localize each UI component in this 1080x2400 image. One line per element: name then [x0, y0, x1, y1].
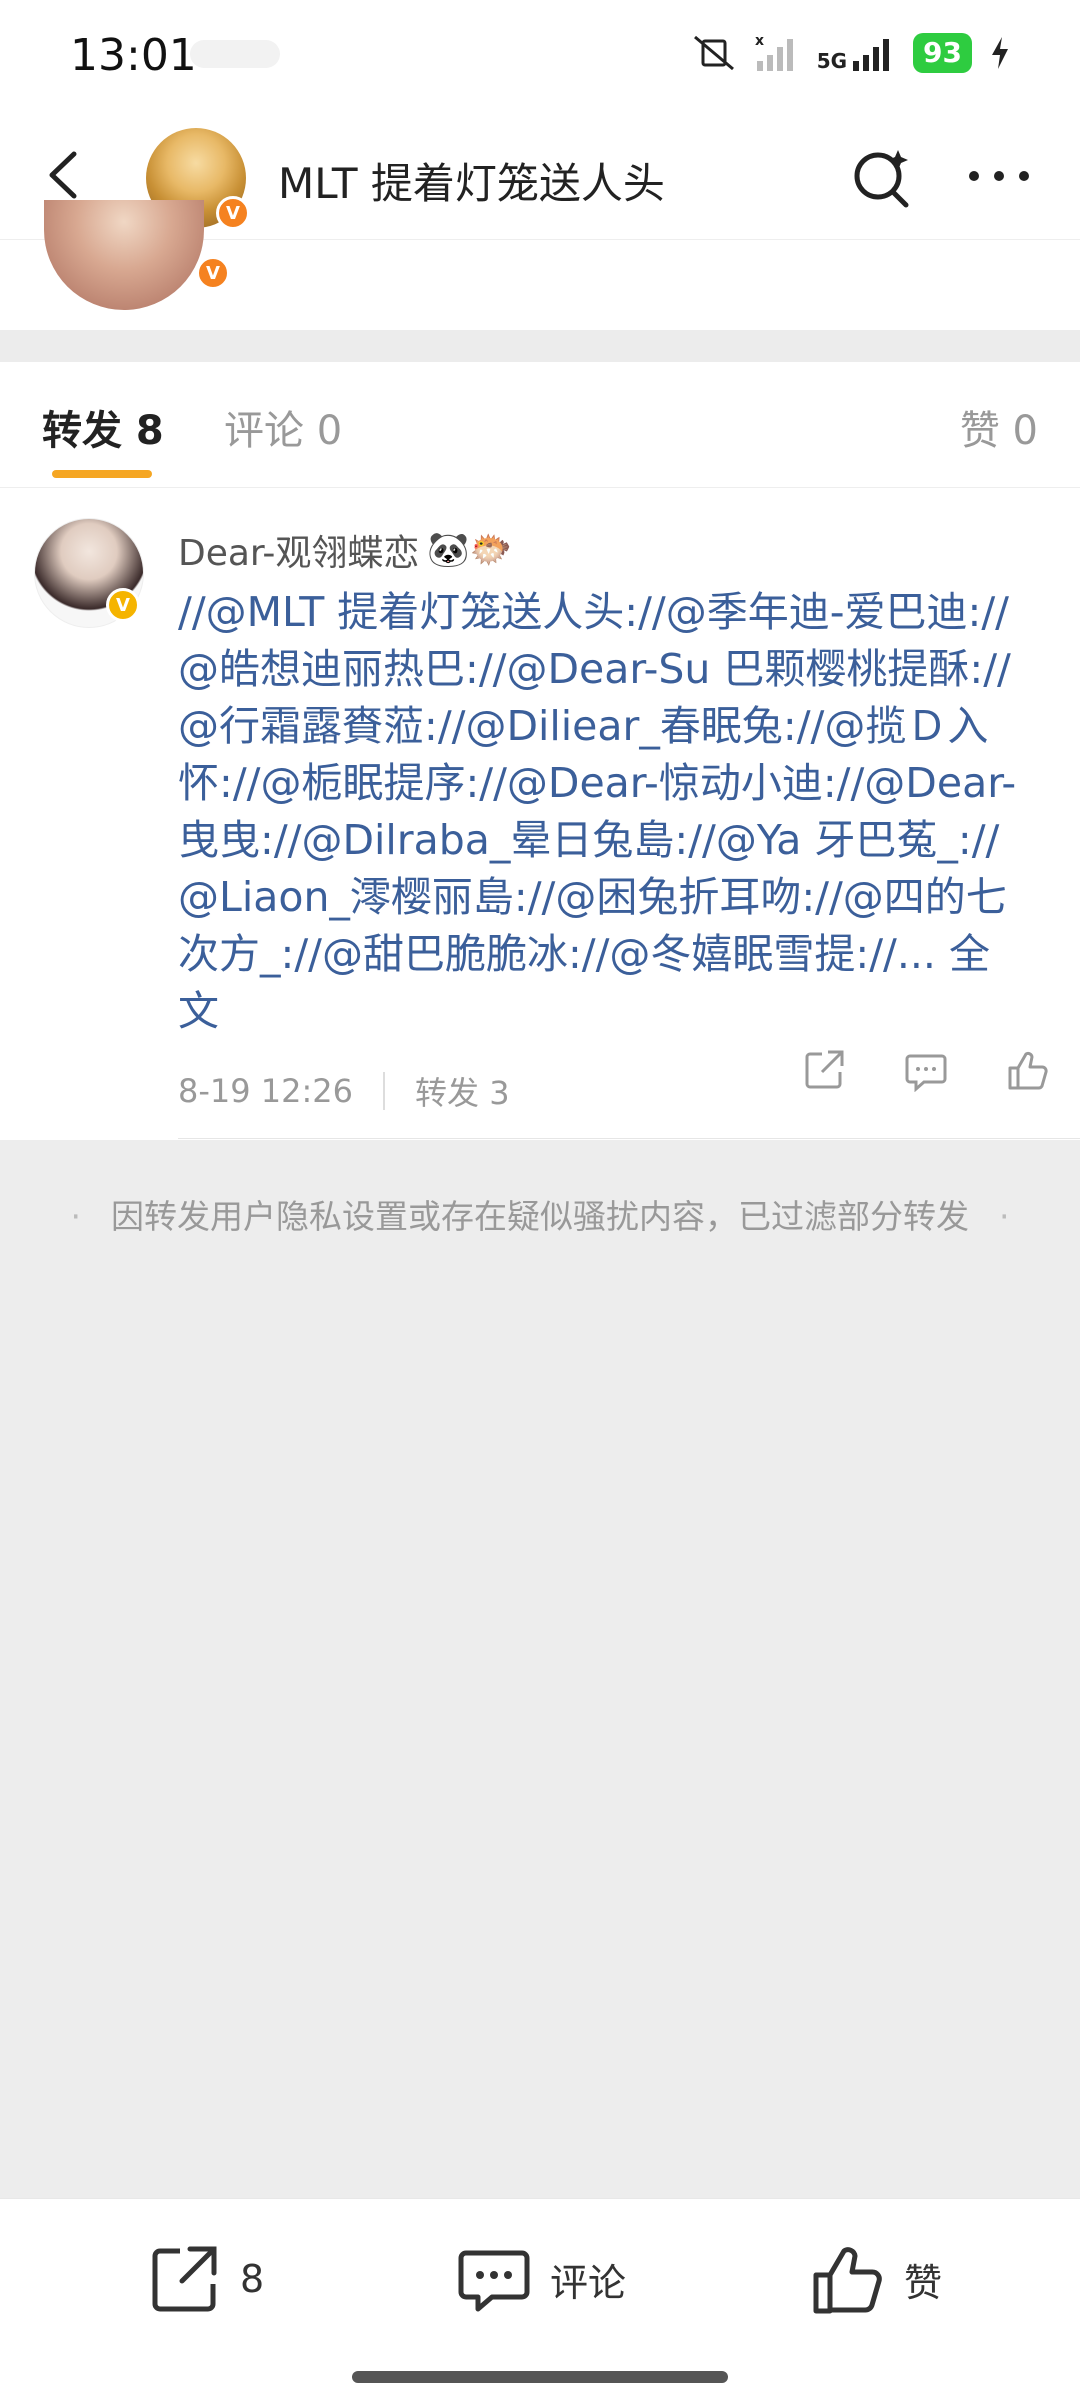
- tab-repost[interactable]: 转发 8: [42, 398, 164, 456]
- bottom-action-bar: 8 评论 赞: [0, 2198, 1080, 2400]
- bottom-like-button[interactable]: 赞: [810, 2241, 942, 2317]
- original-post-image: [44, 200, 204, 310]
- repost-username[interactable]: Dear-观翎蝶恋 🐼🐡: [178, 524, 512, 576]
- repost-count-label[interactable]: 转发 3: [415, 1068, 510, 1114]
- verified-badge-icon: V: [106, 588, 140, 622]
- repost-item[interactable]: V Dear-观翎蝶恋 🐼🐡 //@MLT 提着灯笼送人头://@季年迪-爱巴迪…: [0, 488, 1080, 1140]
- thumbs-up-icon: [813, 2247, 882, 2314]
- username-emojis: 🐼🐡: [427, 530, 513, 570]
- signal-5g: 5G: [817, 33, 895, 73]
- filter-notice: · 因转发用户隐私设置或存在疑似骚扰内容，已过滤部分转发 ·: [0, 1190, 1080, 1238]
- username-text: Dear-观翎蝶恋: [178, 533, 420, 574]
- timestamp: 8-19 12:26: [178, 1072, 354, 1110]
- bottom-like-label: 赞: [904, 2260, 943, 2305]
- svg-text:x: x: [755, 33, 764, 49]
- notice-text: 因转发用户隐私设置或存在疑似骚扰内容，已过滤部分转发: [111, 1197, 969, 1236]
- status-time: 13:01: [70, 30, 197, 81]
- repost-divider: [178, 1138, 1080, 1139]
- more-options-icon[interactable]: [964, 156, 1034, 196]
- repost-actions: [802, 1048, 1050, 1092]
- notice-dot-left: ·: [70, 1197, 82, 1236]
- interaction-tabs: 转发 8 评论 0 赞 0: [0, 362, 1080, 488]
- bottom-comment-button[interactable]: 评论: [456, 2241, 626, 2317]
- bottom-repost-button[interactable]: 8: [146, 2241, 264, 2317]
- charging-icon: [992, 37, 1008, 69]
- verified-badge-icon: V: [216, 196, 250, 230]
- tab-like[interactable]: 赞 0: [960, 398, 1038, 456]
- comment-icon[interactable]: [904, 1048, 948, 1092]
- meta-separator: [383, 1072, 386, 1110]
- tab-comment[interactable]: 评论 0: [224, 398, 342, 456]
- vibrate-mute-icon: [693, 35, 734, 71]
- home-indicator[interactable]: [352, 2371, 728, 2383]
- comment-bubble-icon: [458, 2250, 530, 2312]
- section-divider: [0, 330, 1080, 362]
- bottom-comment-label: 评论: [550, 2260, 627, 2305]
- signal-sim2-icon: [853, 39, 890, 71]
- status-bar: 13:01 x 5G 93: [0, 0, 1080, 110]
- search-icon[interactable]: [850, 146, 914, 210]
- repost-meta: 8-19 12:26 转发 3: [178, 1068, 510, 1114]
- repost-icon: [152, 2246, 217, 2312]
- battery-indicator: 93: [913, 33, 972, 73]
- network-label: 5G: [816, 49, 848, 73]
- notice-dot-right: ·: [999, 1197, 1010, 1236]
- repost-chain-text: //@MLT 提着灯笼送人头://@季年迪-爱巴迪://@皓想迪丽热巴://@D…: [178, 588, 1017, 978]
- share-icon[interactable]: [802, 1048, 846, 1092]
- original-post-peek: V: [0, 200, 1080, 330]
- verified-badge-icon: V: [196, 256, 230, 290]
- status-icons: x 5G 93: [691, 28, 1010, 78]
- page-title: MLT 提着灯笼送人头: [278, 159, 665, 208]
- bottom-repost-count: 8: [240, 2257, 265, 2301]
- like-icon[interactable]: [1006, 1048, 1050, 1092]
- signal-sim1-icon: x: [755, 33, 793, 71]
- repost-content[interactable]: //@MLT 提着灯笼送人头://@季年迪-爱巴迪://@皓想迪丽热巴://@D…: [178, 584, 1028, 1040]
- status-notification-blur: [190, 40, 280, 68]
- active-tab-indicator: [52, 470, 152, 478]
